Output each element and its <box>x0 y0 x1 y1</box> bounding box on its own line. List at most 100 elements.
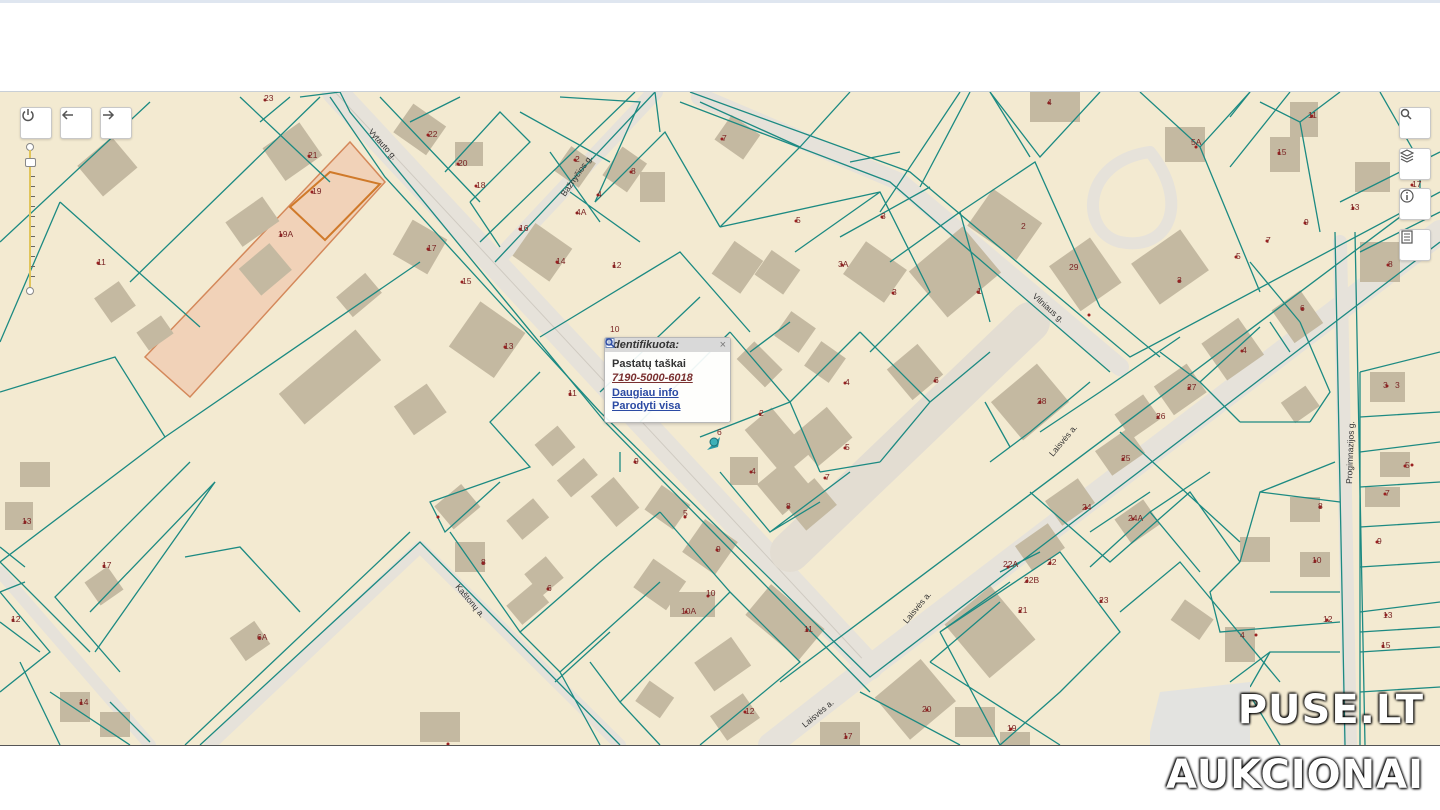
popup-title: Identifikuota: <box>605 338 730 352</box>
parcel-label: 3 <box>881 211 886 221</box>
parcel-label: 9 <box>634 456 639 466</box>
zoom-tick <box>31 176 35 177</box>
magnifier-icon <box>605 338 615 348</box>
zoom-slider[interactable] <box>25 143 36 295</box>
zoom-tick <box>31 236 35 237</box>
parcel-label: 6 <box>717 427 722 437</box>
info-icon <box>1400 189 1414 203</box>
power-button[interactable] <box>20 107 52 139</box>
parcel-label: 22 <box>428 129 438 139</box>
zoom-tick <box>31 206 35 207</box>
info-button[interactable] <box>1399 188 1431 220</box>
parcel-label: 18 <box>476 180 486 190</box>
street-label: Laisvės a. <box>1047 423 1079 459</box>
search-button[interactable] <box>1399 107 1431 139</box>
parcel-label: 28 <box>1037 396 1047 406</box>
parcel-label: 23 <box>1099 595 1109 605</box>
popup-object-number[interactable]: 7190-5000-6018 <box>605 370 730 384</box>
parcel-label: 24A <box>1128 513 1143 523</box>
map-grey-area <box>1150 682 1250 745</box>
parcel-label: 12 <box>612 260 622 270</box>
show-all-link[interactable]: Parodyti visa <box>605 338 730 412</box>
zoom-out-end[interactable] <box>26 287 34 295</box>
parcel-label: 20 <box>458 158 468 168</box>
parcel-label: 9 <box>716 544 721 554</box>
parcel-label: 15 <box>1277 147 1287 157</box>
more-info-link[interactable]: Daugiau info <box>605 338 730 399</box>
parcel-label: 9 <box>1304 217 1309 227</box>
parcel-label: 14 <box>556 256 566 266</box>
parcel-label: 1 <box>977 286 982 296</box>
parcel-label: 26 <box>1156 411 1166 421</box>
parcel-label: 8 <box>481 557 486 567</box>
parcel-label: 7 <box>1266 235 1271 245</box>
parcel-label: 4 <box>751 466 756 476</box>
parcel-label: 3 <box>892 287 897 297</box>
parcel-label: 11 <box>97 257 106 267</box>
identify-popup: Identifikuota: × Pastatų taškai 7190-500… <box>604 337 731 423</box>
location-marker[interactable] <box>707 437 720 450</box>
arrow-left-icon <box>61 110 73 120</box>
legend-icon <box>1401 230 1413 244</box>
popup-layer-name: Pastatų taškai <box>612 358 686 370</box>
parcel-label: 20 <box>922 704 932 714</box>
show-all-label[interactable]: Parodyti visa <box>612 400 680 412</box>
parcel-label: 19A <box>278 229 293 239</box>
zoom-track[interactable] <box>29 150 31 290</box>
parcel-label: 6 <box>1300 303 1305 313</box>
parcel-label: 29 <box>1069 262 1079 272</box>
parcel-label: 14 <box>79 697 89 707</box>
parcel-label: 4 <box>1240 630 1245 640</box>
zoom-tick <box>31 256 35 257</box>
parcel-label: 4 <box>1242 345 1247 355</box>
parcel-label: 12 <box>1323 614 1333 624</box>
forward-button[interactable] <box>100 107 132 139</box>
parcel-label: 5 <box>1236 251 1241 261</box>
arrow-right-icon <box>103 110 115 120</box>
zoom-tick <box>31 226 35 227</box>
parcel-label: 19 <box>312 186 322 196</box>
more-info-label[interactable]: Daugiau info <box>612 387 679 399</box>
parcel-label: 5 <box>796 215 801 225</box>
parcel-label: 24 <box>1082 502 1092 512</box>
parcel-label: 4 <box>1047 97 1052 107</box>
parcel-label: 22A <box>1003 559 1018 569</box>
parcel-label: 21 <box>308 150 318 160</box>
back-button[interactable] <box>60 107 92 139</box>
parcel-label: 12 <box>11 614 21 624</box>
parcel-label: 15 <box>1381 640 1391 650</box>
parcel-label: 13 <box>1350 202 1360 212</box>
parcel-label: 11 <box>804 624 813 634</box>
parcel-label: 5 <box>845 442 850 452</box>
parcel-label: 8 <box>1388 259 1393 269</box>
parcel-label: 10 <box>610 324 620 334</box>
parcel-label: 17 <box>102 560 112 570</box>
brand-line-2: AUKCIONAI <box>1166 752 1424 798</box>
parcel-label: 4A <box>576 207 587 217</box>
parcel-label: 10 <box>1312 555 1322 565</box>
parcel-label: 12 <box>745 706 755 716</box>
parcel-label: 7 <box>1385 488 1390 498</box>
layers-icon <box>1400 149 1414 163</box>
zoom-tick <box>31 186 35 187</box>
zoom-tick <box>31 216 35 217</box>
parcel-label: 17 <box>843 731 853 741</box>
parcel-label: 21 <box>1018 605 1028 615</box>
layers-button[interactable] <box>1399 148 1431 180</box>
parcel-label: 10 <box>706 588 716 598</box>
parcel-label: 16 <box>519 223 529 233</box>
parcel-label: 3 <box>1395 380 1400 390</box>
zoom-tick <box>31 276 35 277</box>
popup-close-button[interactable]: × <box>720 338 726 352</box>
zoom-tick <box>31 266 35 267</box>
parcel-label: 6 <box>934 375 939 385</box>
search-icon <box>1400 108 1412 120</box>
legend-button[interactable] <box>1399 229 1431 261</box>
map-viewport[interactable]: 23 22 20 18 16 21 19 19A 17 15 11 13 11 … <box>0 91 1440 746</box>
parcel-label: 27 <box>1187 382 1197 392</box>
parcel-label: 22 <box>1047 557 1057 567</box>
power-icon <box>22 109 34 122</box>
zoom-handle[interactable] <box>25 158 36 167</box>
parcel-label: 6A <box>257 632 268 642</box>
brand-line-1: PUSE.LT <box>1237 687 1424 733</box>
